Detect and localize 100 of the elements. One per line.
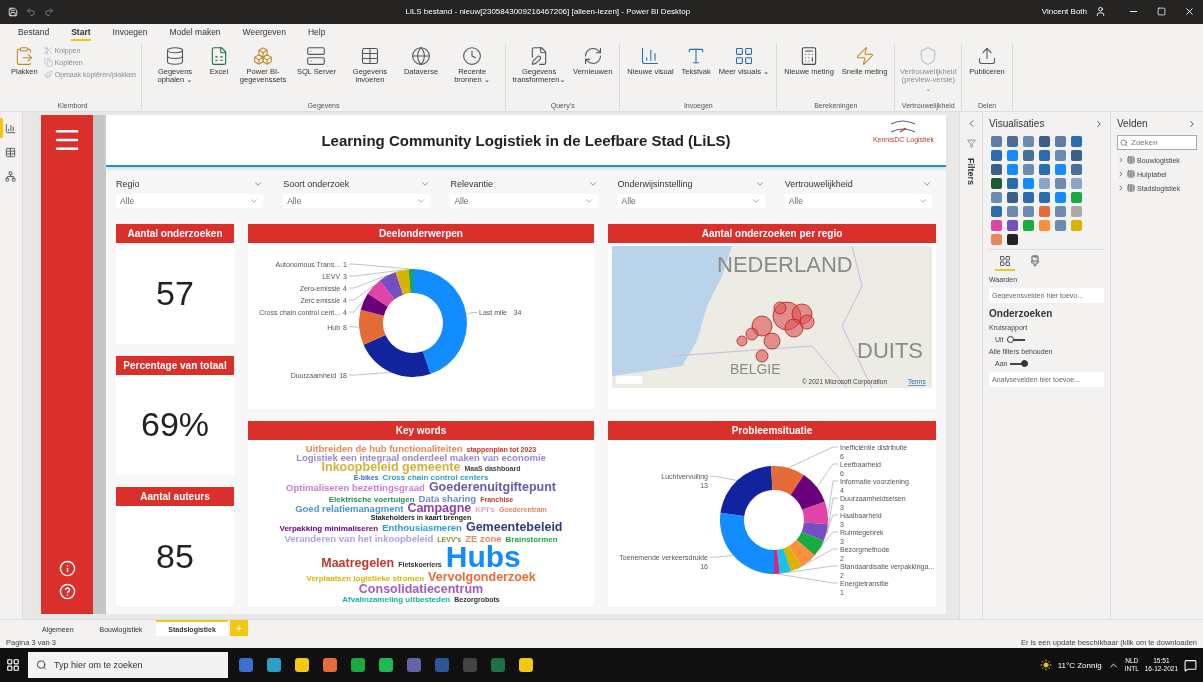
search-icon [1120, 138, 1128, 147]
pane-title: Velden [1117, 118, 1148, 130]
card-title: Percentage van totaal [116, 355, 234, 375]
toggle-switch[interactable] [1010, 362, 1029, 365]
visual-type-icon[interactable] [1007, 234, 1018, 246]
keyword: Veranderen van het inkoopbeleid [284, 533, 434, 543]
country-label: NEDERLAND [717, 252, 853, 278]
search-icon [36, 659, 47, 671]
slicer-dropdown[interactable]: Alle [784, 194, 932, 209]
boxes-icon [253, 45, 273, 66]
grid-icon [734, 45, 754, 66]
ribbon-tab[interactable]: Help [307, 24, 326, 41]
info-icon[interactable] [58, 560, 76, 578]
keyword: Gemeentebeleid [465, 521, 563, 534]
user-icon[interactable] [1095, 6, 1106, 18]
slicer-value: Alle [120, 196, 135, 207]
ribbon-tab[interactable]: Invoegen [112, 24, 148, 41]
slicer-value: Alle [287, 196, 302, 207]
copy-icon [43, 57, 53, 67]
card-title: Key words [248, 421, 594, 441]
keyword: KPI's [475, 506, 495, 514]
filters-pane-tab[interactable]: Filters [966, 158, 976, 186]
keyword: Verpakking minimaliseren [279, 524, 379, 533]
leader-line [776, 574, 839, 584]
keyword: Consolidatiecentrum [358, 583, 484, 596]
app-icon[interactable] [323, 658, 337, 673]
slicer-dropdown[interactable]: Alle [283, 194, 431, 209]
globe-icon [411, 45, 431, 66]
keyword: Campagne [407, 503, 472, 516]
kpi-value: 57 [155, 273, 195, 314]
keyword: Brainstormen [505, 535, 558, 544]
chevron-right-icon[interactable] [1094, 118, 1104, 129]
slicer-value: Alle [621, 196, 636, 207]
slicer-dropdown[interactable]: Alle [450, 194, 598, 209]
ribbon-tab[interactable]: Start [71, 24, 91, 41]
keyword: Afvalinzameling uitbesteden [342, 595, 451, 604]
keyword: Vervolgonderzoek [428, 571, 536, 584]
app-icon[interactable] [519, 658, 533, 673]
card-title: Aantal onderzoeken per regio [608, 224, 936, 244]
table-icon [359, 45, 380, 66]
card-title: Aantal onderzoeken [116, 224, 234, 244]
pane-tab[interactable] [995, 255, 1015, 272]
clipboard-icon [14, 45, 35, 66]
slicer-label: Onderwijsinstelling [617, 179, 693, 190]
table-icon [1127, 184, 1135, 193]
app-icon[interactable] [295, 658, 309, 673]
leader-line [709, 555, 733, 558]
keyword: Verplaatsen logistieke stromen [306, 574, 425, 583]
ribbon-tab[interactable]: Bestand [18, 24, 50, 41]
toggle-switch[interactable] [1006, 338, 1025, 341]
search-field[interactable]: Zoeken [1117, 135, 1197, 151]
clock-document-icon [462, 45, 483, 66]
undo-icon[interactable] [26, 6, 36, 17]
close-icon[interactable] [1184, 6, 1195, 18]
keyword: Goed relatiemanagment [295, 504, 404, 514]
refresh-icon [582, 45, 603, 66]
slicer-label: Regio [116, 179, 140, 190]
app-icon[interactable] [267, 658, 281, 673]
scissors-icon [43, 45, 53, 55]
keyword: Data sharing [418, 493, 477, 503]
start-icon[interactable] [6, 658, 20, 673]
spreadsheet-icon [209, 45, 229, 66]
table-icon [1127, 170, 1135, 179]
keyword: Uitbreiden de hub functionaliteiten [305, 443, 463, 453]
bar-chart-icon [640, 45, 661, 66]
slicer-value: Alle [454, 196, 469, 207]
card-title: Probleemsituatie [608, 421, 936, 441]
slicer-dropdown[interactable]: Alle [617, 194, 765, 209]
visual-type-icon[interactable] [991, 178, 1002, 190]
slicer-value: Alle [788, 196, 803, 207]
weather-icon [1039, 659, 1052, 672]
chevron-right-icon[interactable] [1187, 118, 1197, 129]
pane-title: Visualisaties [989, 118, 1045, 130]
ribbon-tab[interactable]: Model maken [169, 24, 221, 41]
paint-roller-icon [1029, 255, 1041, 268]
notification-icon[interactable] [1184, 658, 1197, 672]
country-label: BELGIE [730, 361, 781, 378]
filter-icon[interactable] [966, 139, 976, 149]
upload-icon [977, 45, 998, 66]
app-icon[interactable] [379, 658, 393, 673]
help-icon[interactable] [58, 583, 76, 601]
save-icon[interactable] [8, 6, 18, 17]
table-icon [1127, 156, 1135, 165]
app-icon[interactable] [351, 658, 365, 673]
card-title: Aantal auteurs [116, 487, 234, 506]
table-icon [5, 146, 16, 158]
slicer-label: Soort onderzoek [283, 179, 350, 190]
maximize-icon[interactable] [1157, 7, 1166, 17]
logo-icon [616, 376, 642, 385]
card-title: Deelonderwerpen [248, 224, 594, 244]
paintbrush-icon [43, 69, 53, 79]
keyword: Optimaliseren bezettingsgraad [286, 482, 425, 492]
taskbar-search[interactable]: Typ hier om te zoeken [28, 652, 228, 679]
leader-line [709, 476, 737, 481]
keyword: Goederenuitgiftepunt [428, 481, 556, 494]
ribbon-tab[interactable]: Weergeven [242, 24, 286, 41]
slicer-dropdown[interactable]: Alle [116, 194, 264, 209]
redo-icon[interactable] [44, 6, 54, 17]
kpi-value: 69% [139, 404, 211, 446]
keyword: Elektrische voertuigen [328, 495, 415, 504]
